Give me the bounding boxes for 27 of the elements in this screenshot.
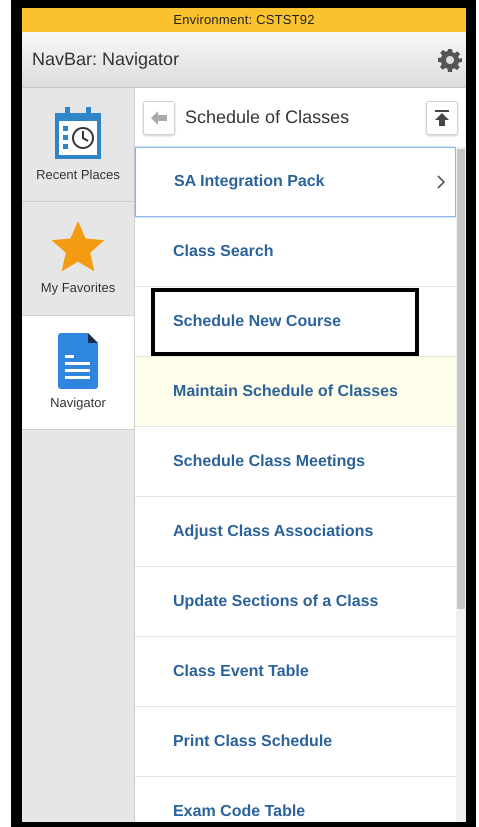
- header-title: NavBar: Navigator: [32, 48, 180, 71]
- menu-label: Adjust Class Associations: [173, 522, 374, 542]
- arrow-to-top-icon: [435, 110, 449, 126]
- calendar-clock-icon: [53, 104, 103, 161]
- menu-label: Class Search: [173, 242, 274, 262]
- menu-item[interactable]: SA Integration Pack: [135, 147, 456, 217]
- scrollbar[interactable]: [456, 147, 466, 822]
- settings-icon[interactable]: [438, 48, 462, 72]
- panel-title: Schedule of Classes: [185, 106, 350, 129]
- menu-label: SA Integration Pack: [174, 172, 325, 192]
- environment-label: Environment: CSTST92: [173, 12, 315, 27]
- document-icon: [58, 332, 98, 389]
- sidebar-item[interactable]: Navigator: [22, 316, 134, 430]
- sidebar-item[interactable]: Recent Places: [22, 88, 134, 202]
- star-icon: [51, 220, 105, 274]
- menu-label: Update Sections of a Class: [173, 592, 378, 612]
- back-arrow-icon: [151, 110, 167, 124]
- sidebar-item[interactable]: My Favorites: [22, 202, 134, 316]
- menu-label: Class Event Table: [173, 662, 309, 682]
- menu-label: Exam Code Table: [173, 802, 306, 822]
- outlined-label: Schedule New Course: [151, 288, 420, 356]
- menu-label: Print Class Schedule: [173, 732, 332, 752]
- menu-label: Schedule Class Meetings: [173, 452, 366, 472]
- menu-item[interactable]: Schedule New Course: [135, 287, 456, 357]
- menu-label: Maintain Schedule of Classes: [173, 382, 398, 402]
- menu-item[interactable]: Maintain Schedule of Classes: [135, 357, 456, 427]
- scroll-top-button[interactable]: [426, 100, 458, 134]
